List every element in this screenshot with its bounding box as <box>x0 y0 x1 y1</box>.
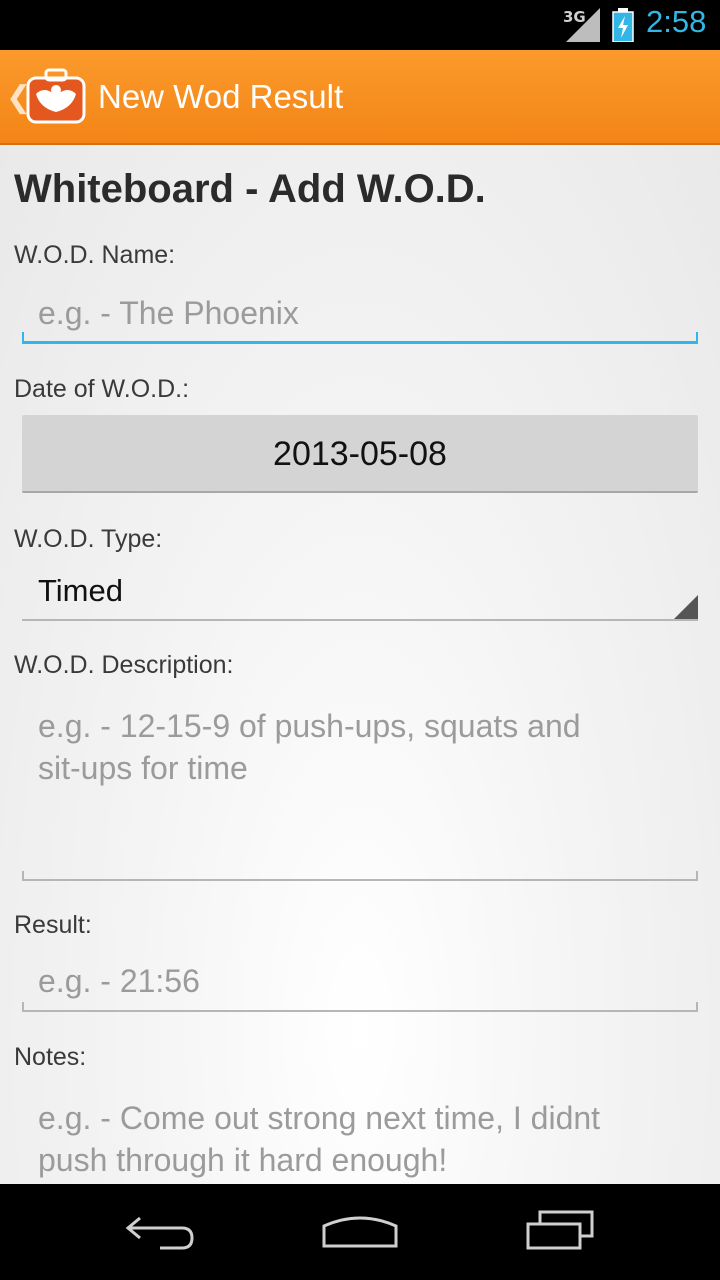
wod-type-label: W.O.D. Type: <box>14 525 163 553</box>
status-bar: 3G 2:58 <box>0 0 720 50</box>
signal-icon <box>566 8 600 42</box>
screen-title: New Wod Result <box>98 78 344 115</box>
navigation-bar <box>0 1184 720 1280</box>
notes-label: Notes: <box>14 1043 87 1071</box>
date-label: Date of W.O.D.: <box>14 375 190 403</box>
description-input[interactable]: e.g. - 12-15-9 of push-ups, squats and s… <box>22 705 698 881</box>
result-label: Result: <box>14 911 92 939</box>
notes-placeholder-line1: e.g. - Come out strong next time, I didn… <box>38 1100 601 1136</box>
notes-placeholder-line2: push through it hard enough! <box>38 1142 448 1178</box>
wod-name-placeholder: e.g. - The Phoenix <box>38 295 299 331</box>
wod-name-input[interactable]: e.g. - The Phoenix <box>22 295 698 344</box>
action-bar: ❮ New Wod Result <box>0 50 720 145</box>
back-icon[interactable] <box>124 1208 196 1254</box>
recent-apps-icon[interactable] <box>524 1208 596 1254</box>
notes-input[interactable]: e.g. - Come out strong next time, I didn… <box>22 1097 698 1184</box>
description-placeholder-line1: e.g. - 12-15-9 of push-ups, squats and <box>38 708 581 744</box>
result-placeholder: e.g. - 21:56 <box>38 963 200 999</box>
home-icon[interactable] <box>320 1208 400 1254</box>
status-clock: 2:58 <box>646 4 707 39</box>
battery-charging-icon <box>612 8 634 42</box>
app-logo-icon[interactable] <box>24 68 88 128</box>
date-picker-button[interactable]: 2013-05-08 <box>22 415 698 493</box>
page-title: Whiteboard - Add W.O.D. <box>14 167 486 211</box>
wod-name-label: W.O.D. Name: <box>14 241 176 269</box>
wod-type-value: Timed <box>38 573 123 608</box>
spinner-arrow-icon <box>674 595 698 619</box>
description-label: W.O.D. Description: <box>14 651 234 679</box>
result-input[interactable]: e.g. - 21:56 <box>22 963 698 1012</box>
wod-type-spinner[interactable]: Timed <box>22 565 698 621</box>
description-placeholder-line2: sit-ups for time <box>38 750 248 786</box>
form-content: Whiteboard - Add W.O.D. W.O.D. Name: e.g… <box>0 145 720 1184</box>
